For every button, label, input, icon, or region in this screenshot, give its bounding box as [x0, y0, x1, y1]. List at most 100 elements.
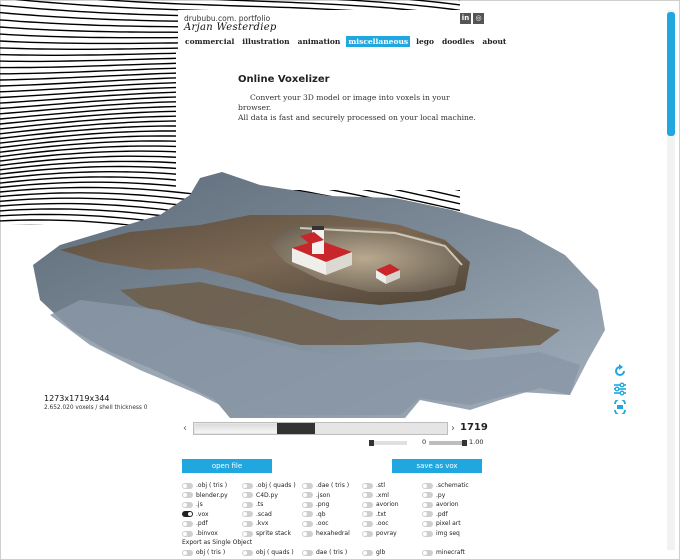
toggle-switch[interactable]	[242, 492, 253, 499]
export-format-option[interactable]: avorion	[422, 501, 459, 508]
max-slider-knob[interactable]	[462, 440, 467, 446]
export-format-option[interactable]: .js	[182, 501, 203, 508]
toggle-switch[interactable]	[182, 520, 193, 527]
export-format-option[interactable]: .dae ( tris )	[302, 482, 349, 489]
toggle-switch[interactable]	[422, 549, 433, 556]
toggle-switch[interactable]	[302, 530, 313, 537]
export-format-option[interactable]: .txt	[362, 511, 386, 518]
export-format-option[interactable]: .ooc	[362, 520, 389, 527]
toggle-switch[interactable]	[362, 511, 373, 518]
export-format-option[interactable]: .binvox	[182, 530, 218, 537]
toggle-switch[interactable]	[422, 511, 433, 518]
export-format-option[interactable]: .kvx	[242, 520, 268, 527]
export-format-option[interactable]: .xml	[362, 492, 389, 499]
export-format-option[interactable]: povray	[362, 530, 397, 537]
toggle-switch[interactable]	[242, 549, 253, 556]
toggle-switch[interactable]	[422, 492, 433, 499]
toggle-switch[interactable]	[422, 482, 433, 489]
export-format-option[interactable]: blender.py	[182, 492, 228, 499]
min-slider-value: 0	[422, 438, 427, 446]
export-format-option[interactable]: sprite stack	[242, 530, 291, 537]
single-export-format-option[interactable]: obj ( quads )	[242, 549, 294, 556]
export-format-option[interactable]: .obj ( tris )	[182, 482, 227, 489]
toggle-switch[interactable]	[242, 520, 253, 527]
toggle-switch[interactable]	[362, 501, 373, 508]
toggle-switch[interactable]	[302, 511, 313, 518]
export-format-option[interactable]: .py	[422, 492, 445, 499]
format-label: .kvx	[256, 520, 269, 528]
export-format-option[interactable]: .pdf	[422, 511, 448, 518]
scrollbar-thumb[interactable]	[667, 12, 675, 136]
linkedin-icon[interactable]: in	[460, 13, 471, 24]
toggle-switch[interactable]	[362, 492, 373, 499]
min-slider-knob[interactable]	[369, 440, 374, 446]
toggle-switch[interactable]	[242, 530, 253, 537]
toggle-switch[interactable]	[362, 530, 373, 537]
export-format-option[interactable]: avorion	[362, 501, 399, 508]
export-format-option[interactable]: .scad	[242, 511, 272, 518]
toggle-switch[interactable]	[182, 492, 193, 499]
toggle-switch[interactable]	[242, 511, 253, 518]
layer-slider[interactable]	[193, 422, 448, 435]
toggle-switch[interactable]	[242, 482, 253, 489]
single-export-format-option[interactable]: obj ( tris )	[182, 549, 225, 556]
rotate-icon[interactable]	[613, 364, 627, 378]
slider-next-button[interactable]: ›	[451, 423, 455, 434]
format-label: .xml	[376, 491, 389, 499]
toggle-switch[interactable]	[362, 549, 373, 556]
nav-item-illustration[interactable]: illustration	[240, 36, 291, 47]
export-format-option[interactable]: .schematic	[422, 482, 469, 489]
save-as-vox-button[interactable]: save as vox	[392, 459, 482, 473]
single-export-format-option[interactable]: minecraft	[422, 549, 465, 556]
max-slider[interactable]	[429, 440, 467, 446]
toggle-switch[interactable]	[302, 501, 313, 508]
nav-item-miscellaneous[interactable]: miscellaneous	[346, 36, 411, 47]
logo-signature[interactable]: Arjan Westerdiep	[184, 22, 277, 33]
toggle-switch[interactable]	[422, 530, 433, 537]
nav-item-lego[interactable]: lego	[414, 36, 436, 47]
toggle-switch[interactable]	[362, 482, 373, 489]
export-format-option[interactable]: img seq	[422, 530, 460, 537]
toggle-switch[interactable]	[422, 501, 433, 508]
export-format-option[interactable]: pixel art	[422, 520, 461, 527]
toggle-switch[interactable]	[302, 520, 313, 527]
single-export-format-option[interactable]: dae ( tris )	[302, 549, 347, 556]
min-slider[interactable]	[369, 440, 407, 446]
export-format-option[interactable]: .ooc	[302, 520, 329, 527]
export-format-option[interactable]: .stl	[362, 482, 385, 489]
export-format-option[interactable]: .obj ( quads )	[242, 482, 296, 489]
settings-sliders-icon[interactable]	[613, 382, 627, 396]
nav-item-commercial[interactable]: commercial	[183, 36, 236, 47]
voxel-viewer-canvas[interactable]	[0, 160, 640, 430]
slider-prev-button[interactable]: ‹	[183, 423, 187, 434]
export-format-option[interactable]: .pdf	[182, 520, 208, 527]
page-description: Convert your 3D model or image into voxe…	[238, 93, 478, 123]
export-format-option[interactable]: .qb	[302, 511, 326, 518]
export-format-option[interactable]: .vox	[182, 511, 209, 518]
toggle-switch[interactable]	[302, 482, 313, 489]
export-format-option[interactable]: .json	[302, 492, 330, 499]
toggle-switch[interactable]	[242, 501, 253, 508]
nav-item-about[interactable]: about	[480, 36, 508, 47]
toggle-switch[interactable]	[182, 511, 193, 518]
toggle-switch[interactable]	[362, 520, 373, 527]
export-format-option[interactable]: C4D.py	[242, 492, 278, 499]
format-label: dae ( tris )	[316, 549, 348, 556]
view-toggle-icon[interactable]	[613, 400, 627, 414]
toggle-switch[interactable]	[302, 549, 313, 556]
nav-item-doodles[interactable]: doodles	[440, 36, 476, 47]
open-file-button[interactable]: open file	[182, 459, 272, 473]
toggle-switch[interactable]	[302, 492, 313, 499]
slider-thumb[interactable]	[276, 423, 315, 434]
nav-item-animation[interactable]: animation	[296, 36, 343, 47]
export-format-option[interactable]: .ts	[242, 501, 263, 508]
toggle-switch[interactable]	[182, 530, 193, 537]
export-format-option[interactable]: .png	[302, 501, 329, 508]
toggle-switch[interactable]	[182, 549, 193, 556]
toggle-switch[interactable]	[182, 482, 193, 489]
export-format-option[interactable]: hexahedral	[302, 530, 350, 537]
single-export-format-option[interactable]: glb	[362, 549, 385, 556]
toggle-switch[interactable]	[422, 520, 433, 527]
instagram-icon[interactable]: ◎	[473, 13, 484, 24]
toggle-switch[interactable]	[182, 501, 193, 508]
